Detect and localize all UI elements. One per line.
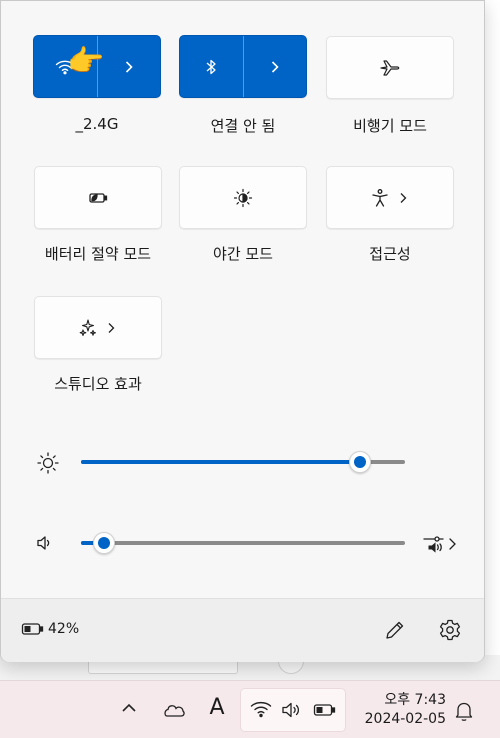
- bluetooth-toggle[interactable]: [180, 36, 243, 97]
- bell-icon[interactable]: [454, 700, 474, 722]
- brightness-icon: [36, 451, 60, 475]
- brightness-thumb[interactable]: [349, 451, 371, 473]
- clock-date: 2024-02-05: [364, 711, 446, 727]
- volume-thumb[interactable]: [93, 532, 115, 554]
- battery-saver-label: 배터리 절약 모드: [44, 245, 152, 263]
- audio-output-select-icon[interactable]: [423, 532, 459, 556]
- bluetooth-tile-label: 연결 안 됨: [210, 117, 276, 135]
- quick-settings-flyout: _2.4G 연결 안 됨 비행기 모드 배터리 절약 모드 야간 모드 접근성 …: [0, 0, 485, 662]
- wifi-icon: [250, 700, 272, 718]
- battery-percent: 42%: [48, 621, 80, 637]
- night-light-icon: [232, 187, 254, 209]
- bluetooth-tile[interactable]: [179, 35, 307, 98]
- volume-slider-row: [31, 528, 461, 558]
- onedrive-cloud-icon[interactable]: [161, 701, 187, 719]
- chevron-right-icon: [123, 60, 135, 74]
- bluetooth-expand-button[interactable]: [244, 36, 307, 97]
- volume-track[interactable]: [81, 541, 405, 545]
- chevron-right-icon: [269, 60, 281, 74]
- battery-icon: [21, 622, 45, 636]
- studio-effects-label: 스튜디오 효과: [54, 375, 142, 393]
- ime-indicator[interactable]: A: [207, 695, 227, 720]
- wifi-tile-label: _2.4G: [75, 115, 119, 133]
- studio-effects-icon: [78, 318, 98, 338]
- studio-effects-tile[interactable]: [34, 296, 162, 359]
- gear-icon[interactable]: [438, 618, 462, 642]
- airplane-mode-tile[interactable]: [326, 36, 454, 99]
- volume-icon[interactable]: [36, 535, 54, 551]
- pointer-hand-icon: 👉: [67, 44, 105, 79]
- taskbar-clock[interactable]: 오후 7:43 2024-02-05: [356, 691, 446, 729]
- system-tray-group[interactable]: [240, 688, 346, 732]
- airplane-icon: [379, 59, 401, 77]
- night-light-tile[interactable]: [179, 166, 307, 229]
- quick-settings-footer: 42%: [1, 598, 484, 662]
- chevron-right-icon: [396, 191, 410, 205]
- clock-time: 오후 7:43: [384, 692, 446, 708]
- accessibility-icon: [370, 188, 390, 208]
- brightness-fill: [81, 460, 360, 464]
- bluetooth-icon: [205, 58, 217, 76]
- chevron-right-icon: [104, 321, 118, 335]
- accessibility-tile[interactable]: [326, 166, 454, 229]
- accessibility-label: 접근성: [369, 245, 411, 263]
- wifi-expand-button[interactable]: [98, 36, 161, 97]
- night-light-label: 야간 모드: [213, 245, 273, 263]
- taskbar: A 오후 7:43 2024-02-05: [0, 680, 500, 738]
- speaker-icon: [281, 701, 303, 719]
- brightness-slider-row: [31, 447, 461, 477]
- pencil-icon[interactable]: [384, 619, 406, 641]
- airplane-mode-label: 비행기 모드: [353, 117, 427, 135]
- battery-saver-tile[interactable]: [34, 166, 162, 229]
- battery-status[interactable]: 42%: [21, 621, 79, 637]
- battery-icon: [313, 703, 337, 717]
- chevron-up-icon[interactable]: [120, 701, 138, 715]
- battery-saver-icon: [86, 190, 110, 206]
